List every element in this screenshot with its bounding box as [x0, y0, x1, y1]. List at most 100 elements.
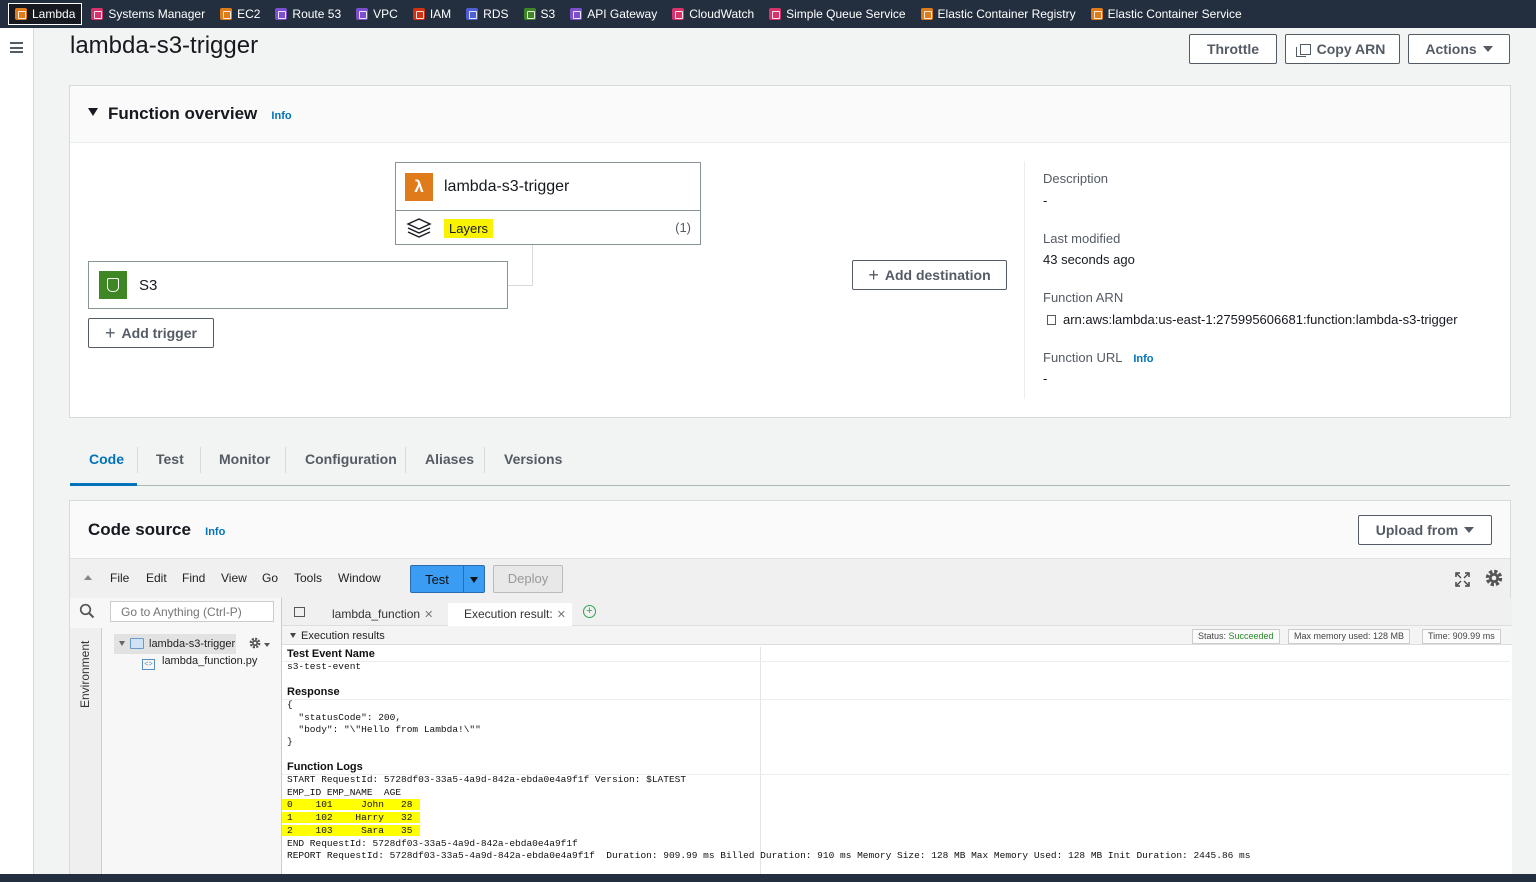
info-link[interactable]: Info: [205, 526, 225, 538]
caret-down-icon: [1482, 46, 1493, 52]
close-icon[interactable]: ✕: [424, 609, 433, 621]
file-name: lambda_function.py: [162, 655, 258, 667]
service-rds[interactable]: RDS: [460, 3, 514, 25]
caret-down-icon[interactable]: [470, 577, 478, 583]
ecs-icon: [1090, 8, 1103, 20]
gear-icon[interactable]: [248, 636, 262, 650]
tab-test[interactable]: Test: [156, 451, 184, 467]
editor-tab-execution-results[interactable]: Execution result: ✕: [448, 603, 572, 626]
service-systems-manager[interactable]: Systems Manager: [85, 3, 211, 25]
code-source-title-row: Code source Info: [88, 520, 225, 540]
service-ec2[interactable]: EC2: [214, 3, 266, 25]
function-tabs: Code Test Monitor Configuration Aliases …: [70, 440, 1510, 486]
menu-tools[interactable]: Tools: [294, 571, 322, 585]
editor-tab-lambda-function[interactable]: lambda_function ✕: [320, 603, 438, 626]
description-value: -: [1043, 193, 1048, 208]
folder-name: lambda-s3-trigger: [149, 638, 236, 650]
copy-arn-label: Copy ARN: [1316, 41, 1386, 57]
service-vpc[interactable]: VPC: [350, 3, 404, 25]
tab-monitor[interactable]: Monitor: [219, 451, 270, 467]
service-cloudwatch[interactable]: CloudWatch: [666, 3, 760, 25]
time-badge: Time: 909.99 ms: [1422, 629, 1501, 644]
environment-tab[interactable]: Environment: [70, 628, 102, 875]
add-destination-button[interactable]: + Add destination: [852, 260, 1007, 290]
info-link[interactable]: Info: [271, 110, 291, 122]
folder-icon: [130, 638, 144, 649]
service-iam[interactable]: IAM: [407, 3, 457, 25]
menu-file[interactable]: File: [110, 571, 129, 585]
caret-down-icon[interactable]: [264, 643, 270, 647]
function-arn-value: arn:aws:lambda:us-east-1:275995606681:fu…: [1063, 312, 1458, 327]
log-line: 1 102 Harry 32: [282, 812, 421, 823]
actions-button[interactable]: Actions: [1408, 34, 1510, 64]
vpc-icon: [356, 8, 369, 20]
last-modified-label: Last modified: [1043, 231, 1121, 246]
collapse-icon[interactable]: [88, 108, 98, 116]
service-label: EC2: [237, 7, 261, 21]
layers-row[interactable]: Layers (1): [396, 211, 700, 245]
service-lambda[interactable]: Lambda: [8, 3, 83, 25]
service-label: Elastic Container Service: [1107, 7, 1242, 21]
plus-icon: +: [105, 323, 116, 343]
service-sqs[interactable]: Simple Queue Service: [763, 3, 911, 25]
tab-separator: [137, 447, 138, 473]
function-overview-panel: Function overview Info λ lambda-s3-trigg…: [69, 85, 1511, 418]
copy-icon[interactable]: [1047, 315, 1056, 325]
info-link[interactable]: Info: [1133, 353, 1153, 365]
service-ecs[interactable]: Elastic Container Service: [1085, 3, 1248, 25]
panel-title: Function overview Info: [108, 104, 292, 124]
service-favorites-bar: Lambda Systems Manager EC2 Route 53 VPC …: [0, 0, 1536, 28]
new-tab-icon[interactable]: +: [583, 605, 596, 618]
function-url-label-row: Function URL Info: [1043, 350, 1154, 365]
code-source-panel: Code source Info Upload from File Edit F…: [69, 500, 1512, 875]
code-source-header: Code source Info Upload from: [70, 501, 1510, 558]
divider: [1024, 161, 1025, 399]
throttle-button[interactable]: Throttle: [1189, 34, 1277, 64]
sqs-icon: [769, 8, 782, 20]
trigger-s3-node[interactable]: S3: [88, 261, 508, 309]
fullscreen-icon[interactable]: [1455, 572, 1470, 587]
execution-results-title-row[interactable]: Execution results: [290, 630, 385, 642]
test-button[interactable]: Test: [410, 565, 485, 593]
menu-find[interactable]: Find: [182, 571, 205, 585]
menu-edit[interactable]: Edit: [146, 571, 167, 585]
copy-arn-button[interactable]: Copy ARN: [1285, 34, 1400, 64]
tab-code[interactable]: Code: [89, 451, 124, 467]
folder-tree-item[interactable]: lambda-s3-trigger: [114, 634, 236, 654]
actions-label: Actions: [1425, 41, 1477, 57]
layers-label: Layers: [444, 218, 494, 238]
service-s3[interactable]: S3: [518, 3, 562, 25]
menu-go[interactable]: Go: [262, 571, 278, 585]
split-divider: [463, 566, 464, 592]
python-file-icon: <>: [142, 659, 155, 670]
search-icon[interactable]: [79, 603, 95, 619]
service-route53[interactable]: Route 53: [269, 3, 347, 25]
collapse-icon: [290, 633, 296, 638]
tab-aliases[interactable]: Aliases: [425, 451, 474, 467]
service-api-gateway[interactable]: API Gateway: [564, 3, 663, 25]
function-arn-row: arn:aws:lambda:us-east-1:275995606681:fu…: [1047, 312, 1458, 327]
settings-gear-icon[interactable]: [1483, 567, 1505, 589]
tab-versions[interactable]: Versions: [504, 451, 562, 467]
service-ecr[interactable]: Elastic Container Registry: [915, 3, 1082, 25]
function-node[interactable]: λ lambda-s3-trigger Layers (1): [395, 162, 701, 245]
upload-from-button[interactable]: Upload from: [1358, 515, 1492, 545]
bottom-bar: [0, 874, 1536, 882]
service-label: IAM: [429, 7, 452, 21]
log-line: 0 101 John 28: [282, 799, 421, 810]
add-trigger-button[interactable]: + Add trigger: [88, 318, 214, 348]
deploy-button[interactable]: Deploy: [493, 565, 563, 593]
s3-icon: [99, 271, 127, 299]
close-icon[interactable]: ✕: [557, 609, 566, 621]
menu-view[interactable]: View: [221, 571, 247, 585]
collapse-toolbar-icon[interactable]: [84, 575, 92, 580]
menu-icon[interactable]: [10, 42, 23, 53]
files-icon[interactable]: [294, 607, 305, 617]
tab-configuration[interactable]: Configuration: [305, 451, 397, 467]
file-tree-item[interactable]: <> lambda_function.py: [142, 655, 257, 670]
description-label: Description: [1043, 171, 1109, 186]
caret-down-icon: [1464, 527, 1475, 533]
go-to-anything-input[interactable]: [110, 601, 274, 622]
editor-tab-bar: lambda_function ✕ Execution result: ✕ +: [282, 598, 1512, 626]
menu-window[interactable]: Window: [338, 571, 381, 585]
